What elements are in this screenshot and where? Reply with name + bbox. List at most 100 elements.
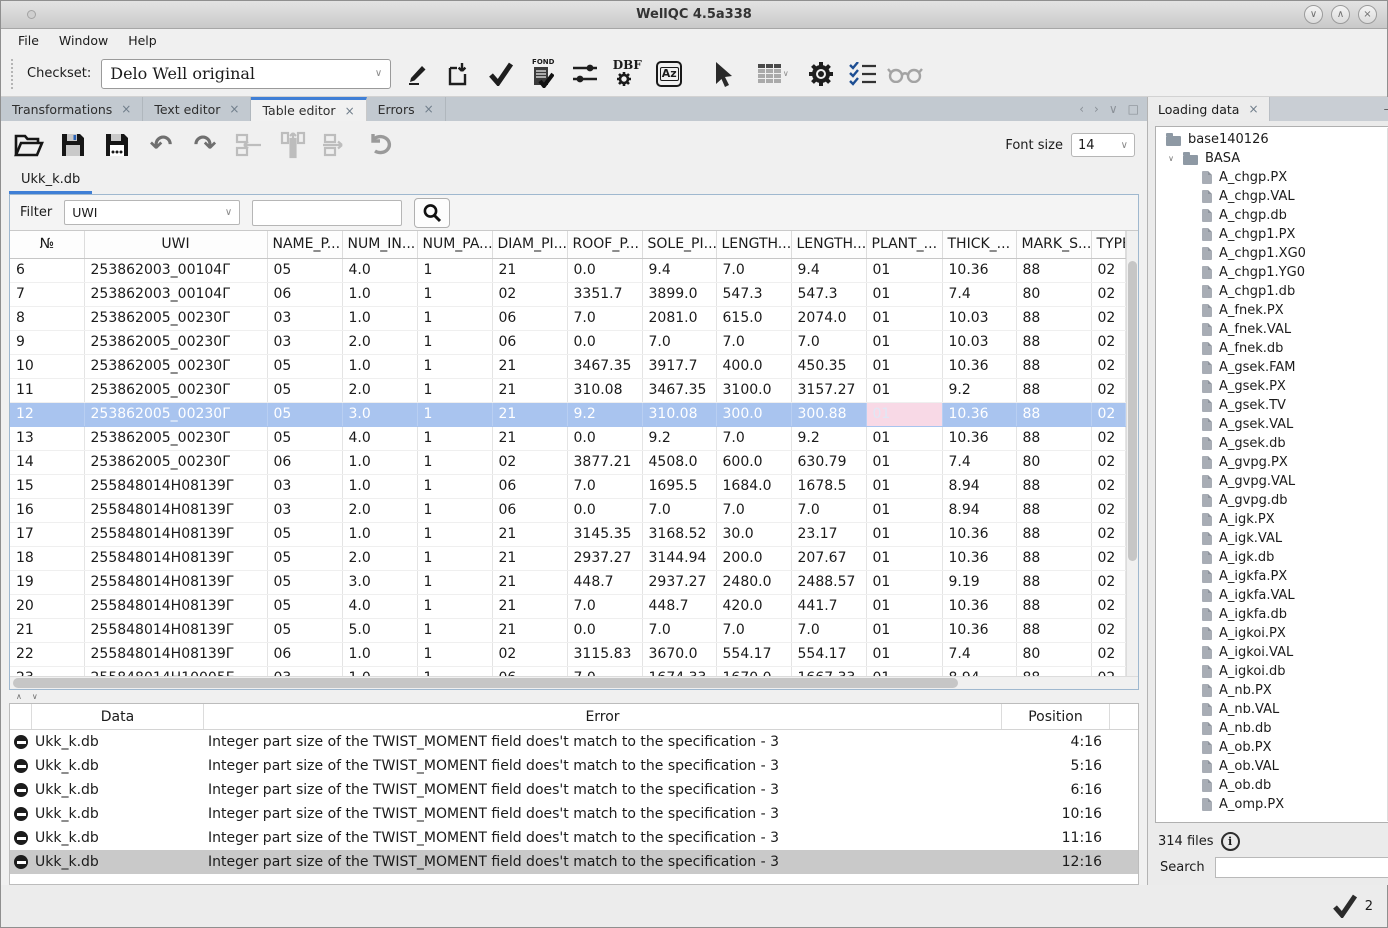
preview-button[interactable]: [889, 57, 921, 91]
options-button[interactable]: [805, 57, 837, 91]
error-row[interactable]: Ukk_k.dbInteger part size of the TWIST_M…: [10, 850, 1138, 874]
table-row[interactable]: 6253862003_00104Г054.01210.09.47.09.4011…: [10, 258, 1125, 282]
table-cell[interactable]: 255848014Н10005Е: [84, 666, 267, 676]
table-cell[interactable]: 0.0: [567, 330, 642, 354]
table-cell[interactable]: 02: [1091, 618, 1125, 642]
table-cell[interactable]: 310.08: [567, 378, 642, 402]
table-cell[interactable]: 88: [1016, 426, 1091, 450]
table-cell[interactable]: 10.36: [942, 522, 1016, 546]
tree-file-item[interactable]: A_igk.PX: [1162, 510, 1388, 529]
tree-file-item[interactable]: A_igk.VAL: [1162, 529, 1388, 548]
table-cell[interactable]: 547.3: [791, 282, 866, 306]
table-cell[interactable]: 1: [417, 642, 492, 666]
table-cell[interactable]: 30.0: [716, 522, 791, 546]
table-cell[interactable]: 05: [267, 522, 342, 546]
table-row[interactable]: 7253862003_00104Г061.01023351.73899.0547…: [10, 282, 1125, 306]
table-cell[interactable]: 01: [866, 618, 942, 642]
table-cell[interactable]: 06: [267, 282, 342, 306]
tree-folder-item[interactable]: ∨BASA: [1162, 149, 1388, 168]
table-cell[interactable]: 88: [1016, 570, 1091, 594]
maximize-pane-button[interactable]: □: [1128, 102, 1139, 116]
tree-file-item[interactable]: A_igkoi.VAL: [1162, 643, 1388, 662]
table-cell[interactable]: 255848014Н08139Г: [84, 498, 267, 522]
table-cell[interactable]: 2081.0: [642, 306, 716, 330]
row-number-cell[interactable]: 15: [10, 474, 84, 498]
table-cell[interactable]: 253862005_00230Г: [84, 378, 267, 402]
close-icon[interactable]: ×: [121, 102, 131, 116]
table-cell[interactable]: 1678.5: [791, 474, 866, 498]
tree-file-item[interactable]: A_gsek.VAL: [1162, 415, 1388, 434]
column-header[interactable]: THICK_...: [942, 231, 1016, 258]
table-cell[interactable]: 1667.33: [791, 666, 866, 676]
tree-file-item[interactable]: A_nb.PX: [1162, 681, 1388, 700]
table-cell[interactable]: 88: [1016, 666, 1091, 676]
table-cell[interactable]: 5.0: [342, 618, 417, 642]
table-cell[interactable]: 02: [1091, 522, 1125, 546]
table-cell[interactable]: 02: [1091, 546, 1125, 570]
table-cell[interactable]: 207.67: [791, 546, 866, 570]
table-cell[interactable]: 0.0: [567, 618, 642, 642]
table-cell[interactable]: 4.0: [342, 426, 417, 450]
table-cell[interactable]: 7.0: [716, 618, 791, 642]
error-row[interactable]: Ukk_k.dbInteger part size of the TWIST_M…: [10, 730, 1138, 754]
table-cell[interactable]: 02: [1091, 474, 1125, 498]
table-cell[interactable]: 255848014Н08139Г: [84, 618, 267, 642]
column-header[interactable]: NUM_IN...: [342, 231, 417, 258]
table-cell[interactable]: 2480.0: [716, 570, 791, 594]
table-cell[interactable]: 2937.27: [642, 570, 716, 594]
table-row[interactable]: 13253862005_00230Г054.01210.09.27.09.201…: [10, 426, 1125, 450]
horizontal-scrollbar[interactable]: [10, 676, 1138, 689]
column-header[interactable]: MARK_S...: [1016, 231, 1091, 258]
tree-file-item[interactable]: A_gvpg.db: [1162, 491, 1388, 510]
table-cell[interactable]: 1.0: [342, 666, 417, 676]
menu-file[interactable]: File: [9, 31, 48, 50]
table-cell[interactable]: 88: [1016, 618, 1091, 642]
table-cell[interactable]: 01: [866, 354, 942, 378]
table-cell[interactable]: 3917.7: [642, 354, 716, 378]
table-cell[interactable]: 02: [1091, 666, 1125, 676]
column-header[interactable]: №: [10, 231, 84, 258]
table-cell[interactable]: 05: [267, 378, 342, 402]
table-cell[interactable]: 88: [1016, 330, 1091, 354]
table-cell[interactable]: 80: [1016, 282, 1091, 306]
table-cell[interactable]: 9.2: [791, 426, 866, 450]
tree-file-item[interactable]: A_gsek.db: [1162, 434, 1388, 453]
table-cell[interactable]: 01: [866, 498, 942, 522]
table-cell[interactable]: 7.0: [567, 306, 642, 330]
table-cell[interactable]: 3351.7: [567, 282, 642, 306]
table-cell[interactable]: 7.0: [716, 258, 791, 282]
table-cell[interactable]: 02: [1091, 378, 1125, 402]
row-number-cell[interactable]: 7: [10, 282, 84, 306]
tree-file-item[interactable]: A_gsek.TV: [1162, 396, 1388, 415]
row-number-cell[interactable]: 20: [10, 594, 84, 618]
table-cell[interactable]: 3899.0: [642, 282, 716, 306]
table-row[interactable]: 15255848014Н08139Г031.01067.01695.51684.…: [10, 474, 1125, 498]
table-cell[interactable]: 8.94: [942, 498, 1016, 522]
table-cell[interactable]: 88: [1016, 378, 1091, 402]
table-cell[interactable]: 01: [866, 258, 942, 282]
tree-file-item[interactable]: A_igk.db: [1162, 548, 1388, 567]
table-row[interactable]: 12253862005_00230Г053.01219.2310.08300.0…: [10, 402, 1125, 426]
dictionary-button[interactable]: Az: [653, 57, 685, 91]
table-cell[interactable]: 3.0: [342, 570, 417, 594]
row-number-cell[interactable]: 23: [10, 666, 84, 676]
row-number-cell[interactable]: 14: [10, 450, 84, 474]
table-cell[interactable]: 200.0: [716, 546, 791, 570]
table-cell[interactable]: 0.0: [567, 258, 642, 282]
fond-report-button[interactable]: FOND: [527, 57, 559, 91]
table-cell[interactable]: 7.0: [716, 330, 791, 354]
column-header[interactable]: ROOF_P...: [567, 231, 642, 258]
table-cell[interactable]: 4.0: [342, 258, 417, 282]
table-cell[interactable]: 01: [866, 402, 942, 426]
table-cell[interactable]: 10.36: [942, 258, 1016, 282]
table-cell[interactable]: 3145.35: [567, 522, 642, 546]
table-row[interactable]: 10253862005_00230Г051.01213467.353917.74…: [10, 354, 1125, 378]
table-cell[interactable]: 88: [1016, 474, 1091, 498]
row-number-cell[interactable]: 22: [10, 642, 84, 666]
edit-checkset-button[interactable]: [401, 57, 433, 91]
file-tab-ukk-k-db[interactable]: Ukk_k.db: [9, 169, 92, 194]
tab-table-editor[interactable]: Table editor ×: [251, 97, 366, 121]
table-cell[interactable]: 88: [1016, 258, 1091, 282]
table-cell[interactable]: 2488.57: [791, 570, 866, 594]
table-cell[interactable]: 05: [267, 594, 342, 618]
